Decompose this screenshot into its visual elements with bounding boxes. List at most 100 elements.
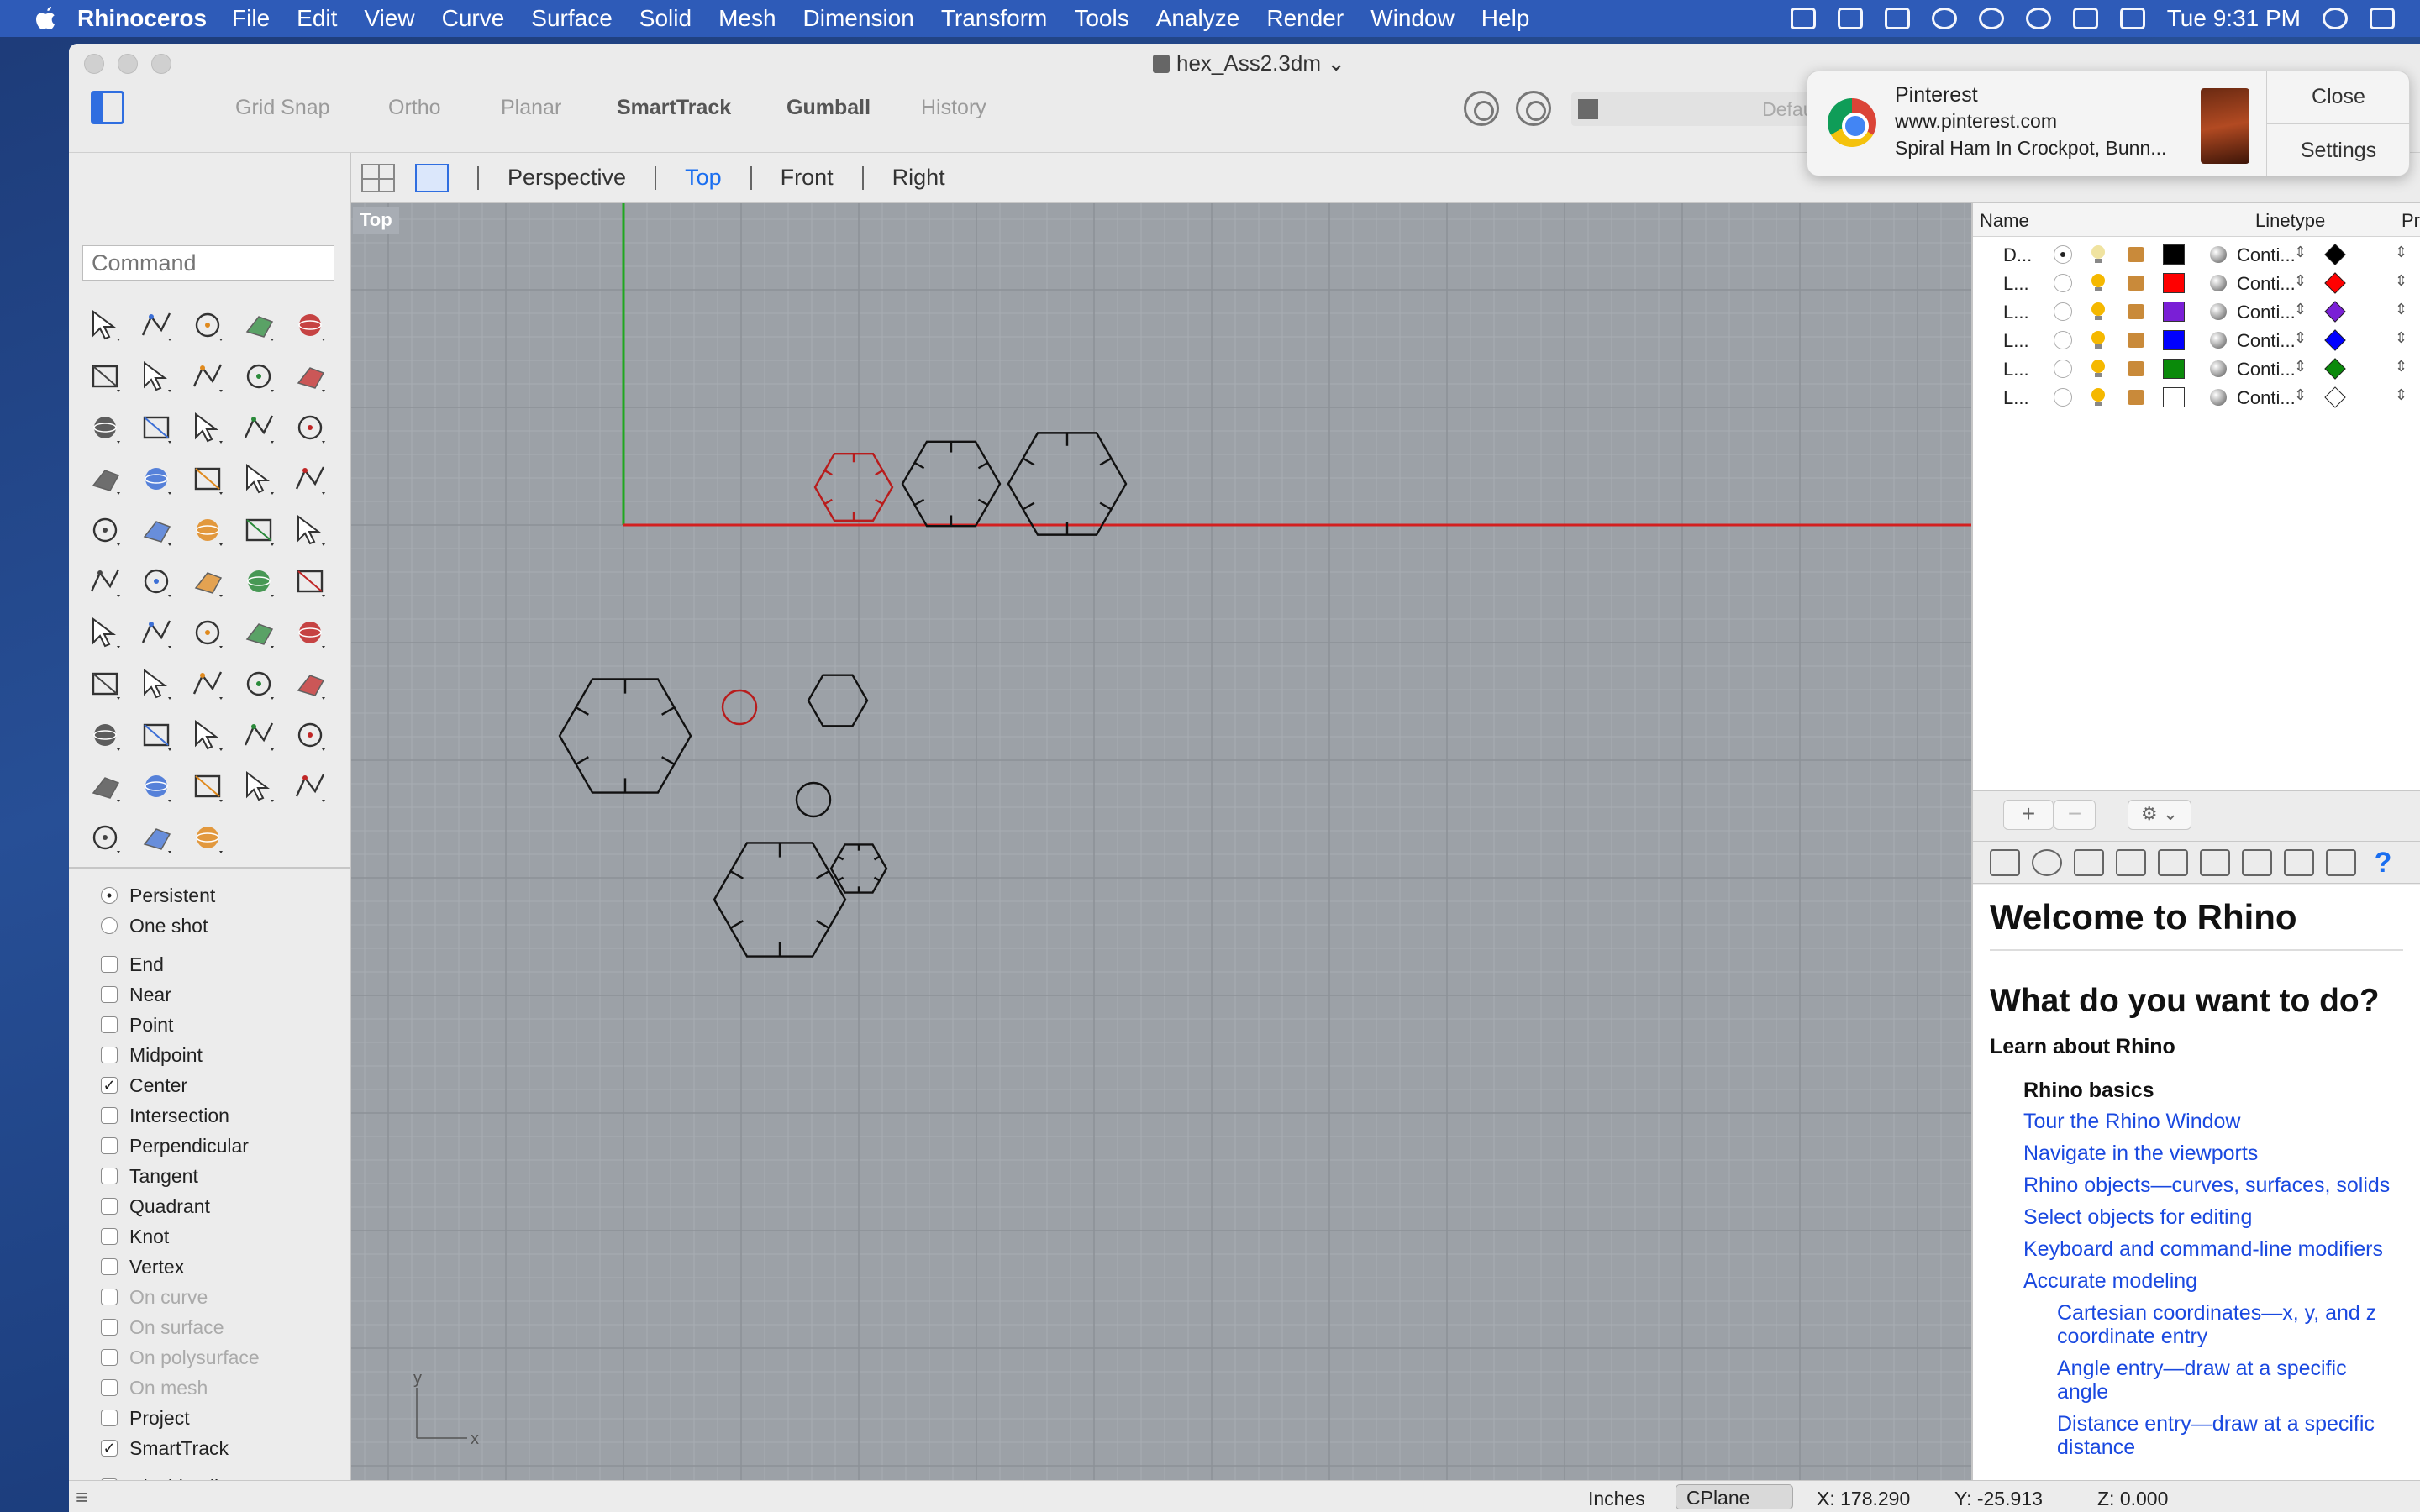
curve-tool-icon[interactable]: [233, 299, 284, 350]
snap-checkbox[interactable]: [101, 1319, 118, 1336]
target-icon[interactable]: [1516, 91, 1551, 126]
zoom-window-button[interactable]: [151, 54, 171, 74]
layer-row[interactable]: L... Conti... ⇕ ⇕: [1973, 269, 2420, 297]
render-panel-icon[interactable]: [2326, 848, 2356, 876]
surface-corner-tool-icon[interactable]: [79, 402, 130, 453]
airplay-icon[interactable]: [1884, 8, 1910, 29]
linetype-stepper-icon[interactable]: ⇕: [2294, 329, 2307, 347]
snap-checkbox[interactable]: [101, 1107, 118, 1124]
layers-panel-icon[interactable]: [1990, 848, 2020, 876]
radio-one-shot[interactable]: [101, 917, 118, 934]
arc-tool-icon[interactable]: [130, 350, 182, 402]
layer-row[interactable]: L... Conti... ⇕ ⇕: [1973, 297, 2420, 326]
zoom-extents-tool-icon[interactable]: [233, 658, 284, 709]
plane-tool-icon[interactable]: [79, 453, 130, 504]
layer-linetype[interactable]: Conti...: [2237, 244, 2296, 266]
menu-render[interactable]: Render: [1266, 5, 1344, 32]
remove-layer-button[interactable]: −: [2054, 800, 2096, 830]
snap-vertex[interactable]: Vertex: [101, 1252, 260, 1282]
help-panel-icon[interactable]: ?: [2368, 848, 2398, 877]
snap-intersection[interactable]: Intersection: [101, 1100, 260, 1131]
layer-linetype[interactable]: Conti...: [2237, 273, 2296, 295]
snap-on-polysurface[interactable]: On polysurface: [101, 1342, 260, 1373]
lock-icon[interactable]: [2128, 333, 2144, 348]
text-tool-icon[interactable]: [284, 504, 335, 555]
snap-checkbox[interactable]: [101, 1258, 118, 1275]
snap-checkbox[interactable]: [101, 1168, 118, 1184]
zoom-window-tool-icon[interactable]: [182, 658, 233, 709]
rotate-view-tool-icon[interactable]: [79, 709, 130, 760]
layer-row[interactable]: L... Conti... ⇕ ⇕: [1973, 354, 2420, 383]
zoom-in-tool-icon[interactable]: [130, 658, 182, 709]
fan-tool-icon[interactable]: [79, 658, 130, 709]
planar-toggle[interactable]: Planar: [501, 96, 561, 120]
menu-surface[interactable]: Surface: [531, 5, 613, 32]
layer-linetype[interactable]: Conti...: [2237, 387, 2296, 409]
tab-front[interactable]: Front: [781, 165, 834, 191]
ellipse-tool-icon[interactable]: [79, 350, 130, 402]
cage-tool-icon[interactable]: [182, 606, 233, 658]
print-stepper-icon[interactable]: ⇕: [2395, 358, 2407, 375]
menu-tools[interactable]: Tools: [1074, 5, 1128, 32]
notification-center-icon[interactable]: [2370, 8, 2395, 29]
help-link[interactable]: Accurate modeling: [2023, 1269, 2403, 1293]
material-icon[interactable]: [2210, 246, 2227, 263]
layer-name[interactable]: L...: [2003, 302, 2029, 323]
named-views-icon[interactable]: [2158, 848, 2188, 876]
layer-tool-icon[interactable]: [130, 760, 182, 811]
snap-checkbox[interactable]: ✓: [101, 1077, 118, 1094]
help-sublink[interactable]: Cartesian coordinates—x, y, and z coordi…: [2057, 1301, 2403, 1348]
snap-one-shot[interactable]: One shot: [101, 911, 260, 941]
snap-checkbox[interactable]: [101, 986, 118, 1003]
layout-panel-icon[interactable]: [2242, 848, 2272, 876]
color-tool-icon[interactable]: [182, 760, 233, 811]
material-icon[interactable]: [2210, 332, 2227, 349]
join-tool-icon[interactable]: [233, 453, 284, 504]
layer-color-swatch[interactable]: [2163, 273, 2185, 293]
notes-panel-icon[interactable]: [2074, 848, 2104, 876]
snap-center[interactable]: ✓ Center: [101, 1070, 260, 1100]
hex-piece-large[interactable]: [1007, 432, 1128, 536]
menu-analyze[interactable]: Analyze: [1156, 5, 1240, 32]
layer-row[interactable]: D... Conti... ⇕ ⇕: [1973, 240, 2420, 269]
close-window-button[interactable]: [84, 54, 104, 74]
sidebar-toggle-button[interactable]: [91, 91, 124, 124]
snap-on-mesh[interactable]: On mesh: [101, 1373, 260, 1403]
snap-checkbox[interactable]: [101, 1228, 118, 1245]
mirror-tool-icon[interactable]: [130, 606, 182, 658]
print-color-swatch[interactable]: [2324, 386, 2346, 408]
viewport-canvas[interactable]: y x: [351, 203, 1971, 1480]
layer-color-swatch[interactable]: [2163, 302, 2185, 322]
help-link[interactable]: Keyboard and command-line modifiers: [2023, 1237, 2403, 1261]
tab-top[interactable]: Top: [685, 165, 722, 191]
snap-checkbox[interactable]: [101, 1410, 118, 1426]
current-layer-radio[interactable]: [2054, 274, 2072, 292]
point-tool-icon[interactable]: [130, 299, 182, 350]
linetype-stepper-icon[interactable]: ⇕: [2294, 301, 2307, 318]
menu-edit[interactable]: Edit: [297, 5, 337, 32]
layer-color-swatch[interactable]: [2163, 244, 2185, 265]
menu-dimension[interactable]: Dimension: [803, 5, 914, 32]
notification-close-button[interactable]: Close: [2266, 85, 2411, 109]
circle[interactable]: [795, 781, 832, 818]
named-cplanes-icon[interactable]: [2200, 848, 2230, 876]
hex-piece-small-selected[interactable]: [813, 452, 894, 522]
linetype-stepper-icon[interactable]: ⇕: [2294, 244, 2307, 261]
sphere-tool-icon[interactable]: [233, 402, 284, 453]
lock-icon[interactable]: [2128, 361, 2144, 376]
radio-persistent[interactable]: •: [101, 887, 118, 904]
dim-tool-icon[interactable]: [284, 555, 335, 606]
linetype-stepper-icon[interactable]: ⇕: [2294, 358, 2307, 375]
layer-name[interactable]: L...: [2003, 273, 2029, 295]
snap-persistent[interactable]: • Persistent: [101, 880, 260, 911]
array-tool-icon[interactable]: [130, 555, 182, 606]
rotate-tool-icon[interactable]: [182, 555, 233, 606]
help-link[interactable]: Rhino objects—curves, surfaces, solids: [2023, 1173, 2403, 1197]
notification-banner[interactable]: Pinterest www.pinterest.com Spiral Ham I…: [1807, 71, 2411, 176]
print-color-swatch[interactable]: [2324, 244, 2346, 265]
car-tool-icon[interactable]: [130, 709, 182, 760]
rectangle-tool-icon[interactable]: [182, 350, 233, 402]
minimize-window-button[interactable]: [118, 54, 138, 74]
material-icon[interactable]: [2210, 389, 2227, 406]
current-layer-radio[interactable]: [2054, 360, 2072, 378]
